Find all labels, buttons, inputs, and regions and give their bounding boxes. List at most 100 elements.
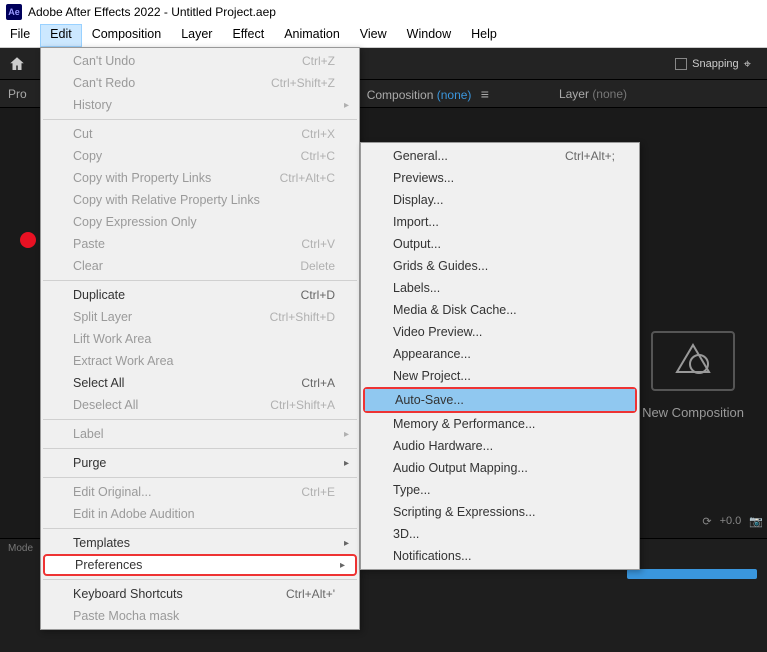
menu-item-shortcut: Ctrl+E — [301, 485, 335, 499]
menu-view[interactable]: View — [350, 24, 397, 47]
menu-separator — [43, 477, 357, 478]
menu-item-label: History — [73, 98, 112, 112]
menu-item-shortcut: Delete — [300, 259, 335, 273]
prefs-item-previews[interactable]: Previews... — [361, 167, 639, 189]
menu-edit[interactable]: Edit — [40, 24, 82, 47]
refresh-value: +0.0 — [720, 515, 742, 528]
prefs-item-new-project[interactable]: New Project... — [361, 365, 639, 387]
menu-item-label: Grids & Guides... — [393, 259, 488, 273]
prefs-item-general[interactable]: General...Ctrl+Alt+; — [361, 145, 639, 167]
menu-item-shortcut: Ctrl+A — [301, 376, 335, 390]
menu-item-select-all[interactable]: Select All Ctrl+A — [41, 372, 359, 394]
menu-item-label: Display... — [393, 193, 443, 207]
prefs-item-memory-performance[interactable]: Memory & Performance... — [361, 413, 639, 435]
menu-item-label: 3D... — [393, 527, 419, 541]
refresh-icon[interactable]: ⟳ — [702, 515, 711, 528]
menu-window[interactable]: Window — [397, 24, 461, 47]
prefs-item-output[interactable]: Output... — [361, 233, 639, 255]
menu-item-label: Notifications... — [393, 549, 472, 563]
menu-separator — [43, 419, 357, 420]
prefs-item-notifications[interactable]: Notifications... — [361, 545, 639, 567]
timeline-status-icons: ⟳ +0.0 📷 — [702, 515, 763, 528]
menu-item-shortcut: Ctrl+V — [301, 237, 335, 251]
menu-composition[interactable]: Composition — [82, 24, 171, 47]
project-panel-tab[interactable]: Pro — [8, 87, 27, 101]
menu-item-label: Paste Mocha mask — [73, 609, 179, 623]
menu-item-copy-with-relative-property-links: Copy with Relative Property Links — [41, 189, 359, 211]
menu-layer[interactable]: Layer — [171, 24, 222, 47]
menu-item-label: Auto-Save... — [395, 393, 464, 407]
camera-icon[interactable]: 📷 — [749, 515, 763, 528]
menu-item-label: Edit Original... — [73, 485, 152, 499]
prefs-item-appearance[interactable]: Appearance... — [361, 343, 639, 365]
menu-item-label: Media & Disk Cache... — [393, 303, 517, 317]
composition-panel-tab[interactable]: Composition — [367, 88, 434, 102]
menu-item-label: Appearance... — [393, 347, 471, 361]
menu-item-copy-expression-only: Copy Expression Only — [41, 211, 359, 233]
menu-item-can-t-redo: Can't RedoCtrl+Shift+Z — [41, 72, 359, 94]
prefs-item-media-disk-cache[interactable]: Media & Disk Cache... — [361, 299, 639, 321]
menu-separator — [43, 579, 357, 580]
menu-item-label: Paste — [73, 237, 105, 251]
layer-panel-tab[interactable]: Layer — [559, 87, 589, 101]
menu-item-label: Select All — [73, 376, 124, 390]
menu-item-duplicate[interactable]: DuplicateCtrl+D — [41, 284, 359, 306]
timeline-scrubber[interactable] — [627, 569, 757, 579]
menu-item-shortcut: Ctrl+Alt+' — [286, 587, 335, 601]
menu-animation[interactable]: Animation — [274, 24, 350, 47]
menu-item-label: Can't Redo — [73, 76, 135, 90]
annotation-dot-icon — [20, 232, 36, 248]
menu-item-paste: Paste Ctrl+V — [41, 233, 359, 255]
prefs-item-scripting-expressions[interactable]: Scripting & Expressions... — [361, 501, 639, 523]
menu-item-label: Copy with Property Links — [73, 171, 211, 185]
prefs-item-display[interactable]: Display... — [361, 189, 639, 211]
new-composition-button[interactable]: New Composition — [623, 331, 763, 420]
home-icon[interactable] — [8, 55, 26, 73]
prefs-item-type[interactable]: Type... — [361, 479, 639, 501]
menu-item-label: Copy with Relative Property Links — [73, 193, 260, 207]
menu-item-label: Audio Output Mapping... — [393, 461, 528, 475]
menu-effect[interactable]: Effect — [222, 24, 274, 47]
menu-separator — [43, 280, 357, 281]
menu-item-preferences[interactable]: Preferences — [43, 554, 357, 576]
menu-separator — [43, 448, 357, 449]
prefs-item-import[interactable]: Import... — [361, 211, 639, 233]
menu-item-shortcut: Ctrl+D — [301, 288, 335, 302]
menu-file[interactable]: File — [0, 24, 40, 47]
titlebar: Ae Adobe After Effects 2022 - Untitled P… — [0, 0, 767, 24]
menu-item-label: Split Layer — [73, 310, 132, 324]
menu-item-label: Can't Undo — [73, 54, 135, 68]
prefs-item-audio-hardware[interactable]: Audio Hardware... — [361, 435, 639, 457]
new-composition-label: New Composition — [642, 405, 744, 420]
composition-none-label: (none) — [437, 88, 472, 102]
menu-item-label: Type... — [393, 483, 431, 497]
menu-item-cut: CutCtrl+X — [41, 123, 359, 145]
menu-item-label: New Project... — [393, 369, 471, 383]
menu-item-label: Video Preview... — [393, 325, 482, 339]
app-title: Adobe After Effects 2022 - Untitled Proj… — [28, 5, 276, 19]
menu-item-label: Memory & Performance... — [393, 417, 535, 431]
prefs-item-grids-guides[interactable]: Grids & Guides... — [361, 255, 639, 277]
prefs-item-labels[interactable]: Labels... — [361, 277, 639, 299]
snapping-toggle[interactable]: Snapping ⌖ — [675, 56, 751, 72]
prefs-item-audio-output-mapping[interactable]: Audio Output Mapping... — [361, 457, 639, 479]
menu-item-label: Keyboard Shortcuts — [73, 587, 183, 601]
menu-item-paste-mocha-mask: Paste Mocha mask — [41, 605, 359, 627]
snapping-checkbox-icon[interactable] — [675, 58, 687, 70]
ae-logo-icon: Ae — [6, 4, 22, 20]
menu-item-clear: ClearDelete — [41, 255, 359, 277]
menu-item-templates[interactable]: Templates — [41, 532, 359, 554]
prefs-item-3d[interactable]: 3D... — [361, 523, 639, 545]
menu-item-label: Output... — [393, 237, 441, 251]
menu-help[interactable]: Help — [461, 24, 507, 47]
edit-menu-dropdown: Can't UndoCtrl+ZCan't RedoCtrl+Shift+ZHi… — [40, 47, 360, 630]
prefs-item-auto-save[interactable]: Auto-Save... — [365, 389, 635, 411]
menu-separator — [43, 119, 357, 120]
menu-item-label: Edit in Adobe Audition — [73, 507, 195, 521]
prefs-item-video-preview[interactable]: Video Preview... — [361, 321, 639, 343]
preferences-submenu: General...Ctrl+Alt+;Previews... Display..… — [360, 142, 640, 570]
panel-menu-icon[interactable]: ≡ — [481, 86, 489, 102]
menu-item-label: Purge — [73, 456, 106, 470]
menu-item-purge[interactable]: Purge — [41, 452, 359, 474]
menu-item-keyboard-shortcuts[interactable]: Keyboard Shortcuts Ctrl+Alt+' — [41, 583, 359, 605]
